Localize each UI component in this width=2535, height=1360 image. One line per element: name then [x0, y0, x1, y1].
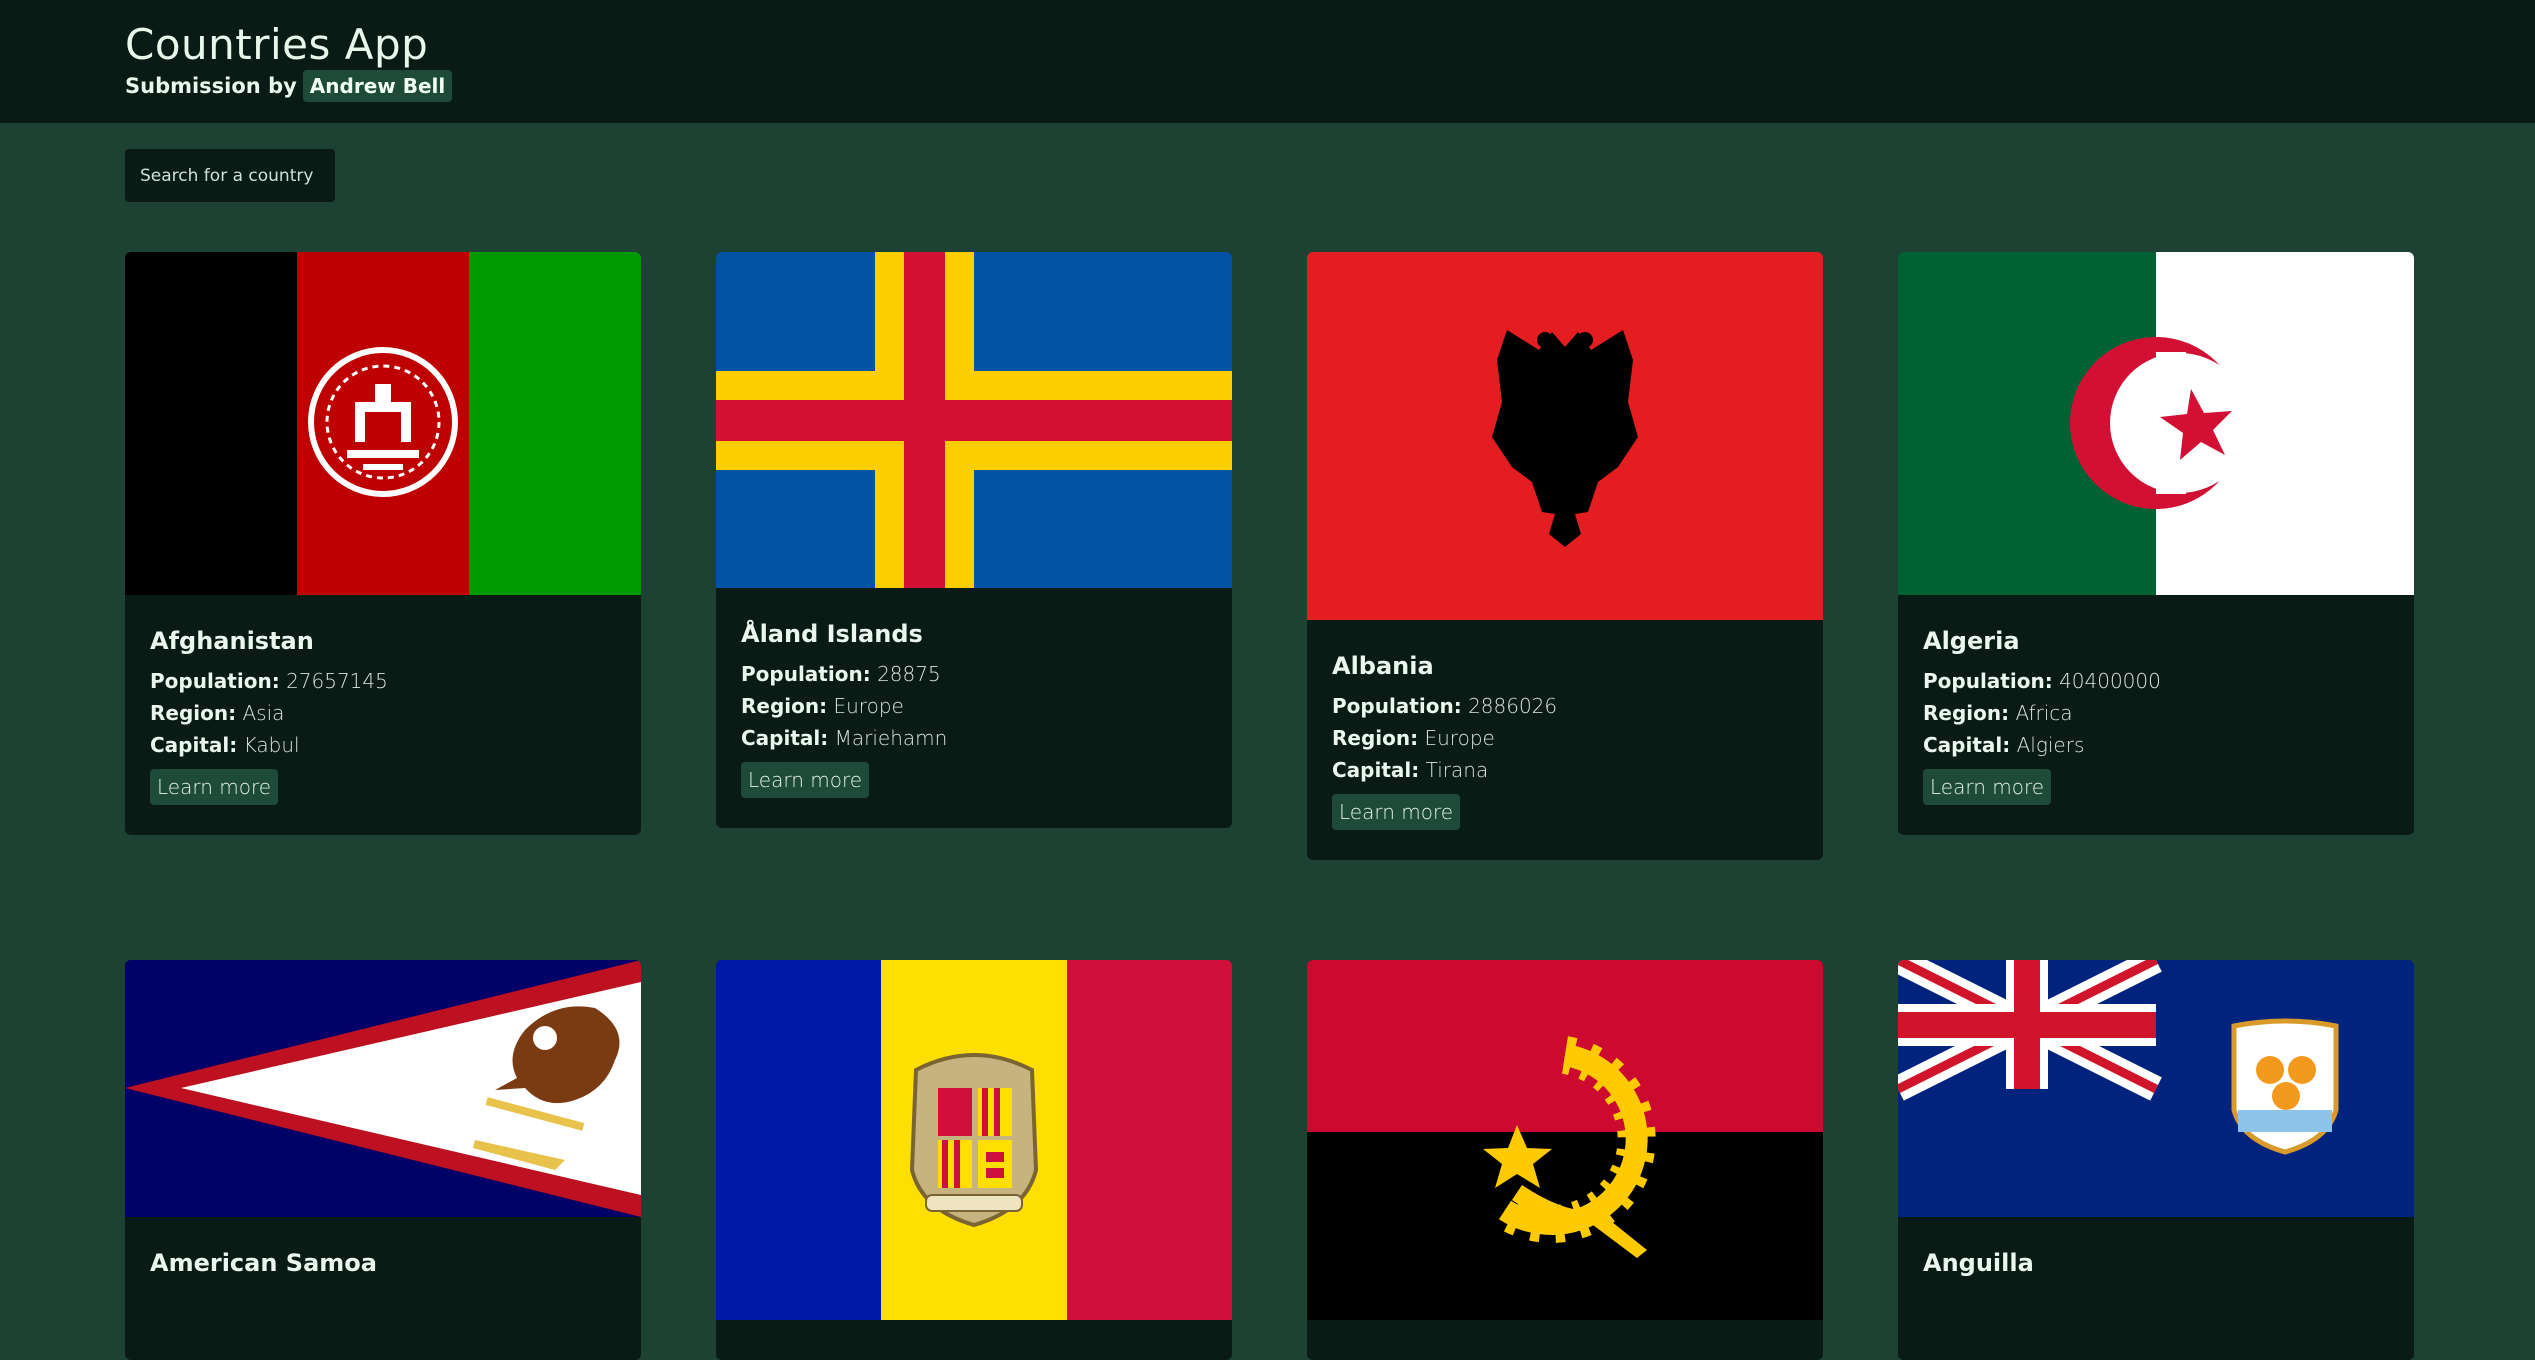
population-value: 2886026: [1468, 694, 1558, 718]
country-card-anguilla: Anguilla: [1898, 960, 2414, 1360]
region-value: Asia: [242, 701, 285, 725]
population-row: Population: 40400000: [1923, 669, 2389, 693]
byline-prefix: Submission by: [125, 74, 297, 98]
byline: Submission by Andrew Bell: [125, 70, 453, 102]
algeria-flag-icon: [1898, 252, 2414, 595]
capital-label: Capital:: [150, 733, 238, 757]
app-title: Countries App: [125, 20, 429, 69]
capital-row: Capital: Algiers: [1923, 733, 2389, 757]
learn-more-button[interactable]: Learn more: [741, 762, 870, 798]
country-card-andorra: [716, 960, 1232, 1360]
population-label: Population:: [741, 662, 871, 686]
region-row: Region: Africa: [1923, 701, 2389, 725]
capital-label: Capital:: [741, 726, 829, 750]
aland-islands-flag-icon: [716, 252, 1232, 588]
learn-more-button[interactable]: Learn more: [1923, 769, 2052, 805]
country-card-afghanistan: Afghanistan Population: 27657145 Region:…: [125, 252, 641, 835]
country-name: Åland Islands: [741, 620, 923, 648]
afghanistan-flag-icon: [125, 252, 641, 595]
population-value: 40400000: [2059, 669, 2161, 693]
country-card-albania: Albania Population: 2886026 Region: Euro…: [1307, 252, 1823, 860]
region-row: Region: Europe: [741, 694, 1207, 718]
country-name: Afghanistan: [150, 627, 314, 655]
population-value: 27657145: [286, 669, 388, 693]
population-row: Population: 28875: [741, 662, 1207, 686]
anguilla-flag-icon: [1898, 960, 2414, 1217]
country-name: American Samoa: [150, 1249, 377, 1277]
capital-label: Capital:: [1923, 733, 2011, 757]
region-value: Europe: [833, 694, 904, 718]
region-row: Region: Europe: [1332, 726, 1798, 750]
american-samoa-flag-icon: [125, 960, 641, 1217]
capital-label: Capital:: [1332, 758, 1420, 782]
learn-more-button[interactable]: Learn more: [150, 769, 279, 805]
app-header: Countries App Submission by Andrew Bell: [0, 0, 2535, 123]
region-label: Region:: [741, 694, 828, 718]
population-label: Population:: [150, 669, 280, 693]
region-row: Region: Asia: [150, 701, 616, 725]
region-label: Region:: [150, 701, 237, 725]
author-badge: Andrew Bell: [302, 70, 453, 102]
population-row: Population: 27657145: [150, 669, 616, 693]
angola-flag-icon: [1307, 960, 1823, 1320]
capital-row: Capital: Mariehamn: [741, 726, 1207, 750]
search-input[interactable]: [125, 149, 335, 202]
capital-row: Capital: Tirana: [1332, 758, 1798, 782]
capital-value: Mariehamn: [834, 726, 948, 750]
andorra-flag-icon: [716, 960, 1232, 1320]
region-label: Region:: [1923, 701, 2010, 725]
capital-value: Algiers: [2016, 733, 2085, 757]
population-label: Population:: [1923, 669, 2053, 693]
country-card-american-samoa: American Samoa: [125, 960, 641, 1360]
country-name: Anguilla: [1923, 1249, 2034, 1277]
capital-row: Capital: Kabul: [150, 733, 616, 757]
region-value: Africa: [2015, 701, 2073, 725]
capital-value: Tirana: [1425, 758, 1489, 782]
country-card-algeria: Algeria Population: 40400000 Region: Afr…: [1898, 252, 2414, 835]
population-value: 28875: [877, 662, 941, 686]
country-name: Algeria: [1923, 627, 2020, 655]
capital-value: Kabul: [243, 733, 300, 757]
albania-flag-icon: [1307, 252, 1823, 620]
region-value: Europe: [1424, 726, 1495, 750]
learn-more-button[interactable]: Learn more: [1332, 794, 1461, 830]
country-card-aland-islands: Åland Islands Population: 28875 Region: …: [716, 252, 1232, 828]
population-row: Population: 2886026: [1332, 694, 1798, 718]
country-card-angola: [1307, 960, 1823, 1360]
country-name: Albania: [1332, 652, 1434, 680]
population-label: Population:: [1332, 694, 1462, 718]
region-label: Region:: [1332, 726, 1419, 750]
